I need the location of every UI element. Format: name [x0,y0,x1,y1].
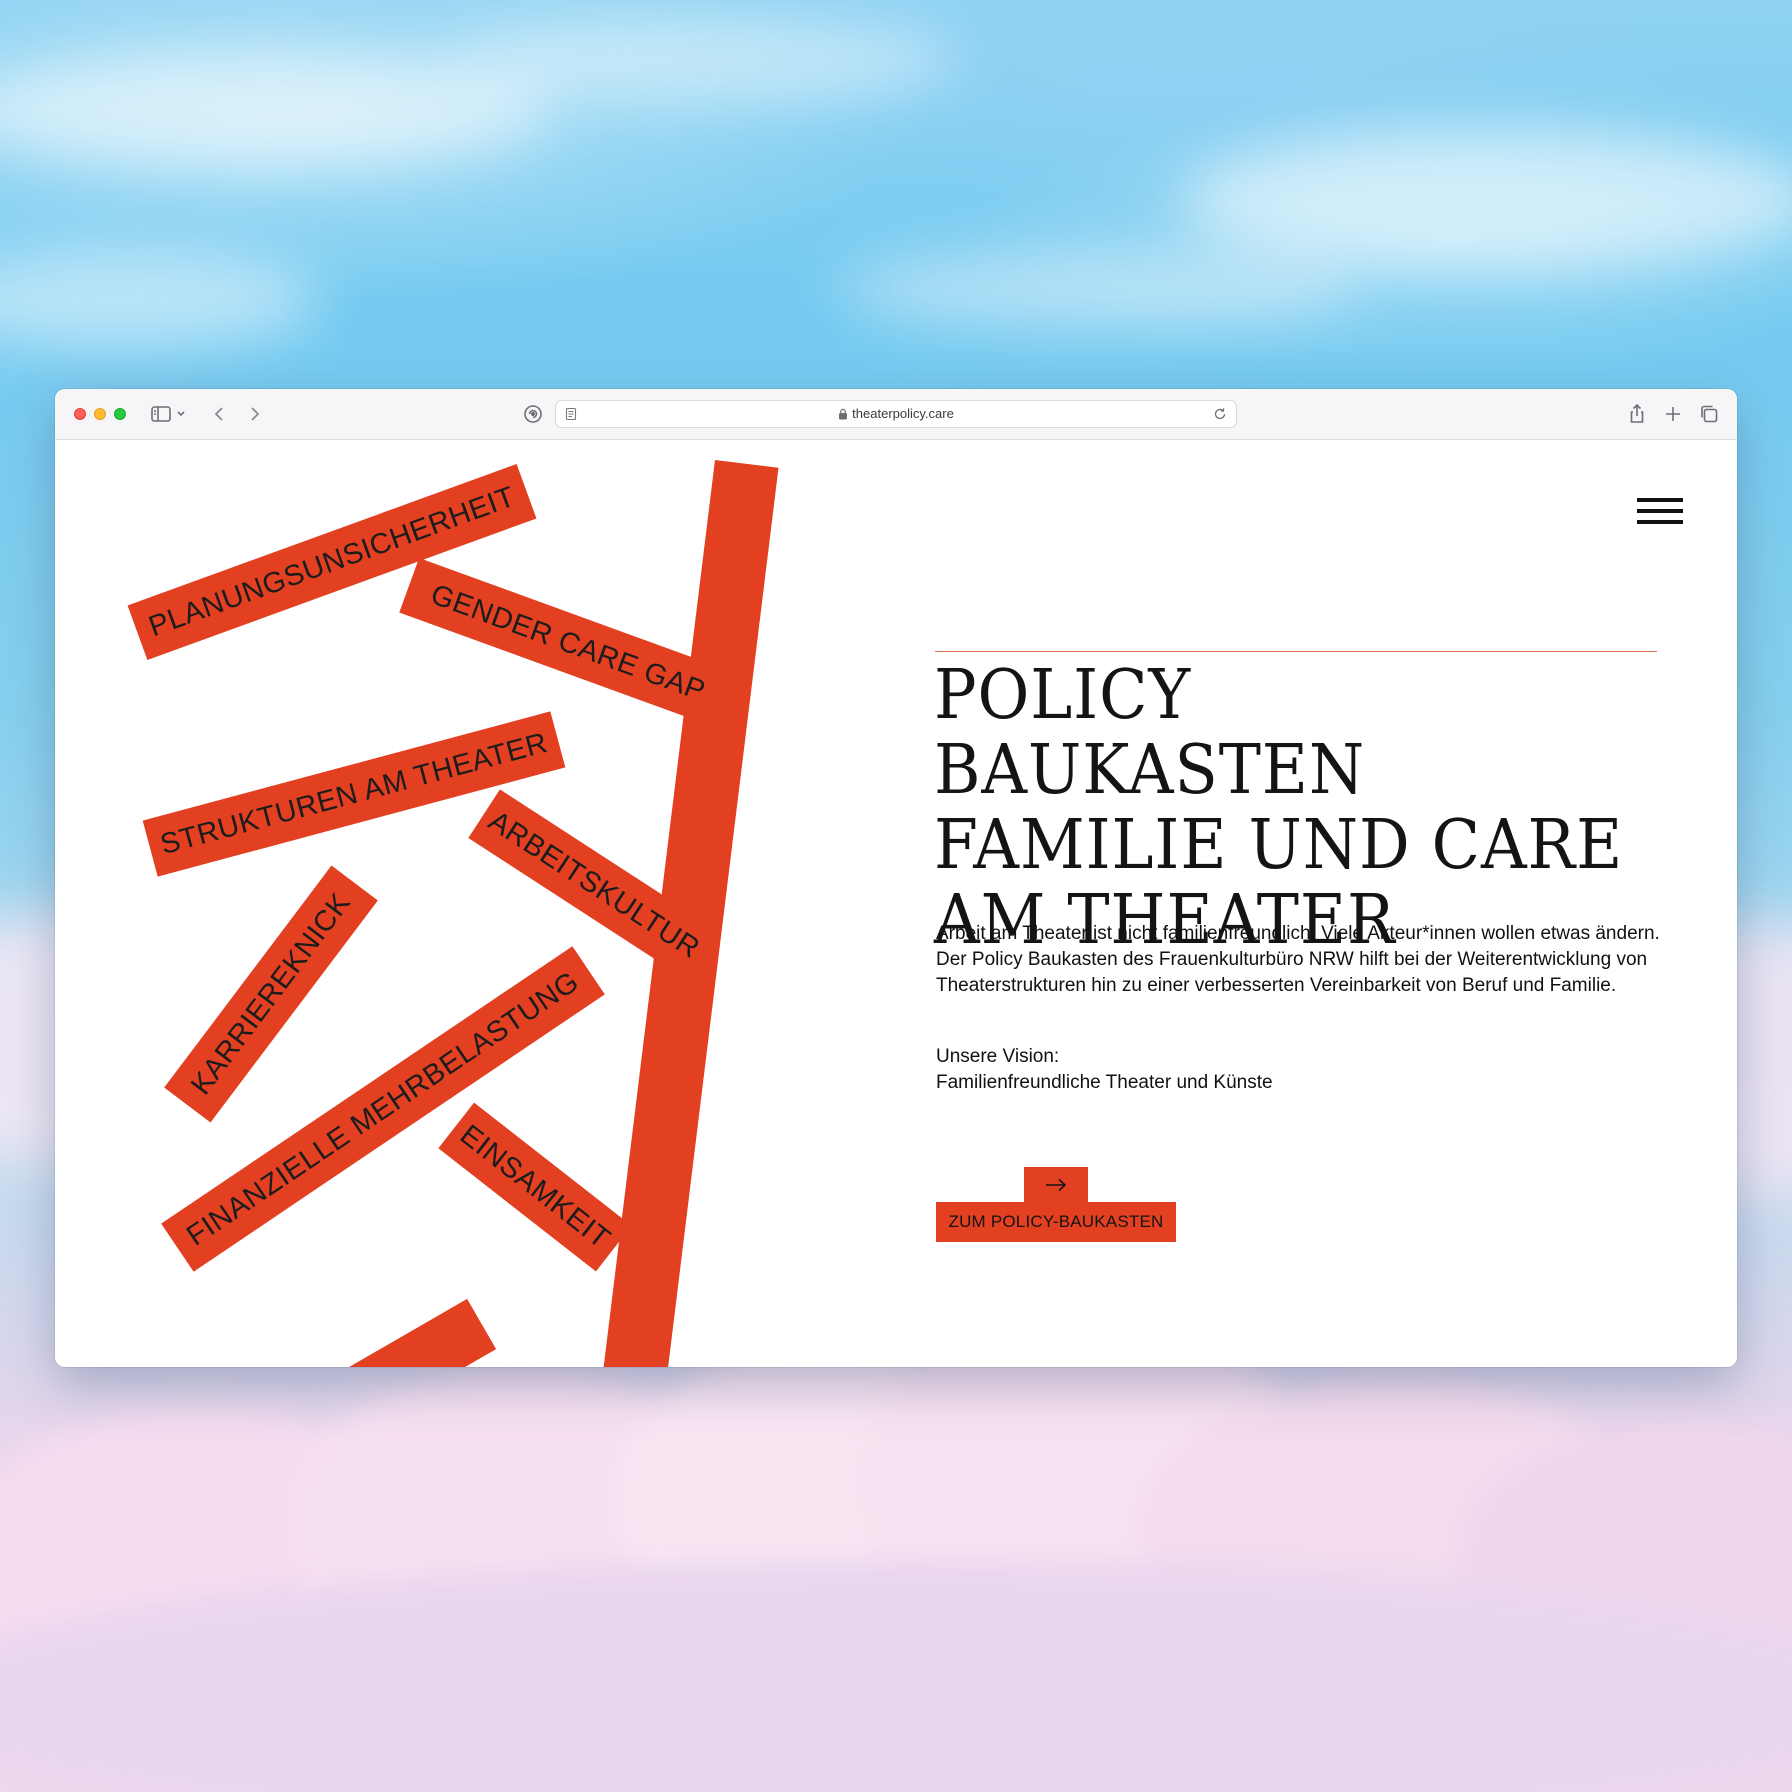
vision-text: Familienfreundliche Theater und Künste [936,1072,1273,1093]
title-line-2: FAMILIE UND CARE [934,806,1624,885]
forward-icon[interactable] [242,402,266,426]
tag-karriereknick: KARRIEREKNICK [164,865,378,1123]
browser-window: theaterpolicy.care PLANUNGSUNSICHERHEIT … [55,389,1737,1367]
tag-einsamkeit: EINSAMKEIT [438,1102,632,1272]
tag-gender-care-gap: GENDER CARE GAP [399,557,737,729]
page-title: POLICY BAUKASTEN FAMILIE UND CARE AM THE… [934,658,1641,958]
reload-icon[interactable] [1212,406,1228,422]
title-line-1: POLICY BAUKASTEN [934,656,1366,810]
url-display[interactable]: theaterpolicy.care [556,401,1236,427]
menu-line [1637,509,1683,513]
chevron-down-icon[interactable] [174,402,188,426]
close-window-button[interactable] [74,408,86,420]
web-page: PLANUNGSUNSICHERHEIT GENDER CARE GAP STR… [55,440,1737,1367]
policy-baukasten-button[interactable]: ZUM POLICY-BAUKASTEN [936,1202,1176,1242]
tag-partial [293,1298,497,1367]
vision-block: Unsere Vision: Familienfreundliche Theat… [936,1044,1676,1096]
menu-line [1637,520,1683,524]
zoom-window-button[interactable] [114,408,126,420]
browser-toolbar: theaterpolicy.care [55,389,1737,440]
privacy-shield-icon[interactable] [521,402,545,426]
hamburger-menu-icon[interactable] [1637,498,1683,528]
address-bar[interactable]: theaterpolicy.care [555,400,1237,428]
menu-line [1637,498,1683,502]
url-text: theaterpolicy.care [852,406,954,421]
intro-text: Arbeit am Theater ist nicht familienfreu… [936,923,1660,996]
minimize-window-button[interactable] [94,408,106,420]
new-tab-icon[interactable] [1661,402,1685,426]
arrow-right-icon[interactable] [1024,1167,1088,1203]
back-icon[interactable] [208,402,232,426]
lock-icon [839,408,848,420]
sidebar-toggle-icon[interactable] [149,402,173,426]
heading-rule [935,651,1657,652]
share-icon[interactable] [1625,402,1649,426]
tab-overview-icon[interactable] [1697,402,1721,426]
vision-label: Unsere Vision: [936,1046,1060,1067]
